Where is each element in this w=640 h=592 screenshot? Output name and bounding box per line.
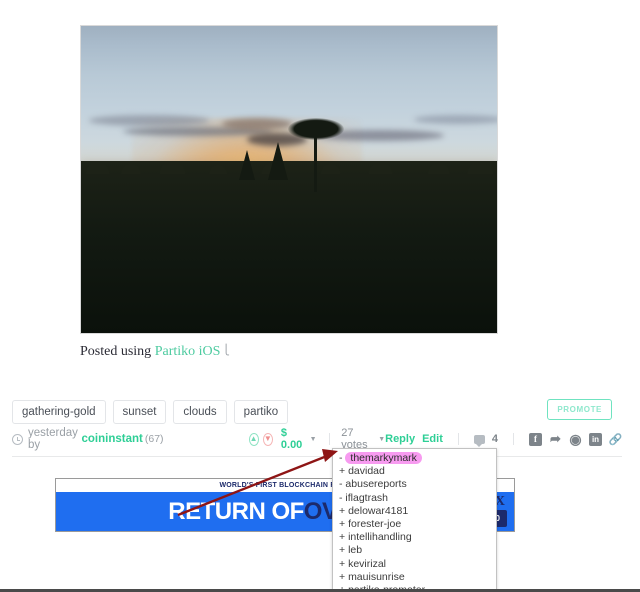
tall-tree <box>287 117 344 192</box>
tag-item[interactable]: partiko <box>233 400 289 424</box>
twitter-icon[interactable]: ➦ <box>549 431 562 446</box>
voter-name[interactable]: themarkymark <box>345 452 422 464</box>
voter-item[interactable]: - iflagtrash <box>339 492 496 505</box>
post-image[interactable] <box>80 25 498 334</box>
voter-item[interactable]: + davidad <box>339 465 496 478</box>
payout-value[interactable]: $ 0.00 <box>281 427 304 451</box>
tag-item[interactable]: sunset <box>112 400 167 424</box>
post-action-bar: yesterday by coininstant (67) ▲ ▼ $ 0.00… <box>12 427 623 451</box>
voter-sign: - <box>339 491 343 504</box>
tag-item[interactable]: clouds <box>173 400 227 424</box>
posted-using-prefix: Posted using <box>80 344 152 359</box>
voter-item[interactable]: - abusereports <box>339 478 496 491</box>
promote-button[interactable]: PROMOTE <box>547 399 612 420</box>
divider <box>513 433 514 445</box>
voter-name[interactable]: iflagtrash <box>345 492 388 504</box>
downvote-icon[interactable]: ▼ <box>262 432 273 446</box>
divider <box>457 433 459 445</box>
voter-sign: + <box>339 531 346 544</box>
voter-item[interactable]: + forester-joe <box>339 518 496 531</box>
cloud <box>89 115 210 127</box>
voter-name[interactable]: davidad <box>348 465 385 477</box>
voter-item[interactable]: + kevirizal <box>339 558 496 571</box>
voter-name[interactable]: kevirizal <box>348 558 386 570</box>
conifer-tree <box>239 149 256 180</box>
divider <box>328 433 330 445</box>
edit-button[interactable]: Edit <box>422 433 443 445</box>
cloud <box>413 115 497 125</box>
partiko-link[interactable]: Partiko iOS <box>155 344 221 359</box>
facebook-icon[interactable] <box>529 432 542 446</box>
conifer-tree <box>268 141 289 180</box>
clock-icon <box>12 433 23 445</box>
posted-using: Posted using Partiko iOS ⎩ <box>80 344 230 360</box>
voter-sign: + <box>339 504 346 517</box>
voter-name[interactable]: intellihandling <box>348 531 412 543</box>
voter-sign: + <box>339 465 346 478</box>
post-page: .......... Posted using Partiko iOS⎩ gat… <box>0 0 640 592</box>
voters-dropdown[interactable]: - themarkymark + davidad - abusereports … <box>332 448 497 592</box>
reddit-icon[interactable]: ◉ <box>569 431 582 447</box>
external-link-icon: ⎩ <box>222 345 230 356</box>
voter-name[interactable]: abusereports <box>345 478 406 490</box>
caret-down-icon[interactable]: ▼ <box>378 436 385 443</box>
linkedin-icon[interactable] <box>589 432 602 446</box>
ad-text-white: RETURN OF <box>168 497 304 525</box>
voter-name[interactable]: leb <box>348 544 362 556</box>
voter-name[interactable]: delowar4181 <box>348 505 408 517</box>
upvote-icon[interactable]: ▲ <box>248 432 259 446</box>
tag-list: gathering-gold sunset clouds partiko <box>12 400 289 424</box>
section-divider <box>12 456 622 457</box>
cut-off-text: .......... <box>78 0 508 4</box>
comment-count: 4 <box>491 433 498 445</box>
voter-item[interactable]: + delowar4181 <box>339 505 496 518</box>
caret-down-icon[interactable]: ▼ <box>310 436 317 443</box>
voter-sign: + <box>339 544 346 557</box>
sunset-photo <box>81 26 497 333</box>
voter-item[interactable]: - themarkymark <box>339 452 496 465</box>
voter-item[interactable]: + mauisunrise <box>339 571 496 584</box>
link-icon[interactable]: 🔗 <box>609 433 623 446</box>
reply-button[interactable]: Reply <box>385 433 415 445</box>
share-actions: Reply Edit 4 ➦ ◉ 🔗 <box>385 431 623 447</box>
tag-item[interactable]: gathering-gold <box>12 400 106 424</box>
voter-item[interactable]: + leb <box>339 544 496 557</box>
voter-sign: + <box>339 557 346 570</box>
tree-silhouette <box>81 152 497 333</box>
comment-icon[interactable] <box>473 434 485 447</box>
author-link[interactable]: coininstant <box>82 433 143 445</box>
voter-name[interactable]: mauisunrise <box>348 571 405 583</box>
voter-sign: + <box>339 570 346 583</box>
voter-sign: + <box>339 518 346 531</box>
voter-name[interactable]: forester-joe <box>348 518 401 530</box>
post-time: yesterday by <box>28 427 78 451</box>
voter-sign: - <box>339 478 343 491</box>
voter-item[interactable]: + intellihandling <box>339 531 496 544</box>
voter-sign: - <box>339 452 343 464</box>
author-reputation: (67) <box>144 433 164 445</box>
